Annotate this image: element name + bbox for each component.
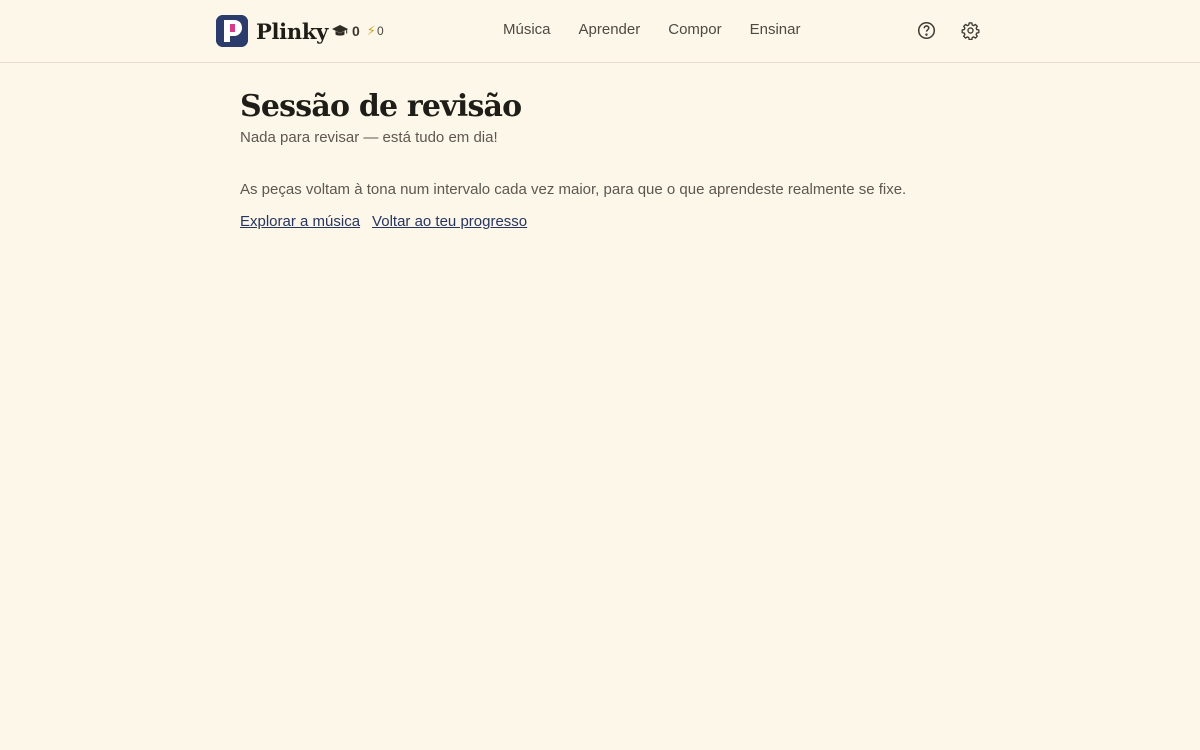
graduation-count: 0 bbox=[352, 23, 360, 39]
lightning-bolt-icon: ⚡ bbox=[366, 23, 376, 38]
help-button[interactable] bbox=[916, 20, 936, 40]
graduation-cap-icon bbox=[332, 24, 348, 38]
nav-item-aprender[interactable]: Aprender bbox=[579, 20, 641, 40]
brand-name: Plinky bbox=[256, 18, 328, 44]
gear-icon bbox=[961, 21, 979, 40]
brand-home-link[interactable]: Plinky bbox=[216, 15, 328, 47]
action-links: Explorar a música Voltar ao teu progress… bbox=[240, 212, 960, 232]
back-to-progress-link[interactable]: Voltar ao teu progresso bbox=[372, 212, 527, 232]
review-session-content: Sessão de revisão Nada para revisar — es… bbox=[240, 88, 960, 232]
explore-music-link[interactable]: Explorar a música bbox=[240, 212, 360, 232]
page-title: Sessão de revisão bbox=[240, 89, 522, 124]
graduation-stat: 0 bbox=[332, 23, 360, 39]
nav-item-musica[interactable]: Música bbox=[503, 20, 551, 40]
plinky-logo-icon bbox=[216, 15, 248, 47]
page-subtitle: Nada para revisar — está tudo em dia! bbox=[240, 129, 498, 146]
main-nav: Música Aprender Compor Ensinar bbox=[503, 20, 828, 40]
top-navigation-bar: Plinky 0 ⚡ 0 Música Aprender Compor Ensi… bbox=[0, 0, 1200, 63]
energy-count: 0 bbox=[376, 24, 384, 38]
settings-button[interactable] bbox=[960, 20, 980, 40]
nav-item-ensinar[interactable]: Ensinar bbox=[750, 20, 801, 40]
user-stats: 0 ⚡ 0 bbox=[332, 21, 384, 41]
nav-item-compor[interactable]: Compor bbox=[668, 20, 721, 40]
energy-stat: ⚡ 0 bbox=[367, 23, 384, 39]
help-circle-icon bbox=[917, 21, 935, 39]
review-description: As peças voltam à tona num intervalo cad… bbox=[240, 181, 907, 198]
